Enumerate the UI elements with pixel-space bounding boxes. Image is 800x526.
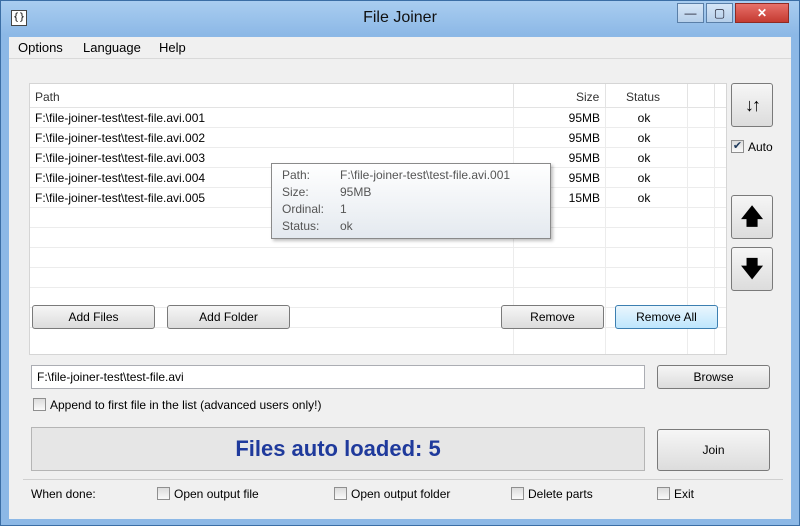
column-header-size[interactable]: Size (576, 90, 599, 104)
append-checkbox[interactable] (33, 398, 46, 411)
list-row[interactable]: F:\file-joiner-test\test-file.avi.002 95… (30, 128, 726, 148)
row-status: ok (637, 151, 651, 165)
open-output-file-label: Open output file (174, 487, 259, 501)
row-status: ok (637, 111, 651, 125)
sort-button[interactable]: ↓↑ (731, 83, 773, 127)
menu-help[interactable]: Help (159, 40, 186, 55)
list-row-empty (30, 268, 726, 288)
tooltip-size: 95MB (340, 185, 372, 199)
column-divider (687, 84, 688, 108)
remove-all-button[interactable]: Remove All (615, 305, 718, 329)
row-status: ok (637, 191, 651, 205)
open-output-folder-label: Open output folder (351, 487, 451, 501)
tooltip-path: F:\file-joiner-test\test-file.avi.001 (340, 168, 511, 182)
tooltip-path-label: Path: (282, 168, 311, 182)
exit-label: Exit (674, 487, 695, 501)
move-up-button[interactable]: 🡅 (731, 195, 773, 239)
tooltip-status-label: Status: (282, 219, 320, 233)
join-button[interactable]: Join (657, 429, 770, 471)
append-checkbox-label: Append to first file in the list (advanc… (50, 398, 322, 412)
row-path: F:\file-joiner-test\test-file.avi.001 (35, 111, 206, 125)
open-output-folder-checkbox[interactable] (334, 487, 347, 500)
delete-parts-label: Delete parts (528, 487, 593, 501)
footer-separator (23, 479, 783, 480)
remove-button[interactable]: Remove (501, 305, 604, 329)
row-size: 95MB (568, 111, 600, 125)
list-header: Path Size Status (30, 84, 726, 108)
tooltip-status: ok (340, 219, 353, 233)
main-window: {} File Joiner — ▢ ✕ Options Language He… (0, 0, 800, 526)
file-tooltip: Path: F:\file-joiner-test\test-file.avi.… (271, 163, 551, 239)
column-divider (714, 84, 715, 108)
menu-bar: Options Language Help (9, 37, 791, 59)
row-path: F:\file-joiner-test\test-file.avi.002 (35, 131, 206, 145)
row-size: 95MB (568, 131, 600, 145)
tooltip-size-label: Size: (282, 185, 309, 199)
list-row[interactable]: F:\file-joiner-test\test-file.avi.001 95… (30, 108, 726, 128)
column-header-path[interactable]: Path (35, 90, 60, 104)
auto-checkbox-label: Auto (748, 140, 773, 154)
add-folder-button[interactable]: Add Folder (167, 305, 290, 329)
column-header-status[interactable]: Status (626, 90, 660, 104)
row-path: F:\file-joiner-test\test-file.avi.005 (35, 191, 206, 205)
tooltip-ordinal: 1 (340, 202, 347, 216)
when-done-label: When done: (31, 487, 96, 501)
open-output-file-checkbox[interactable] (157, 487, 170, 500)
row-path: F:\file-joiner-test\test-file.avi.004 (35, 171, 206, 185)
row-status: ok (637, 131, 651, 145)
arrow-up-icon: 🡅 (740, 205, 764, 230)
row-path: F:\file-joiner-test\test-file.avi.003 (35, 151, 206, 165)
output-path-input[interactable]: F:\file-joiner-test\test-file.avi (31, 365, 645, 389)
browse-button[interactable]: Browse (657, 365, 770, 389)
column-divider (513, 84, 514, 108)
arrow-down-icon: 🡇 (740, 257, 764, 282)
close-button[interactable]: ✕ (735, 3, 789, 23)
menu-language[interactable]: Language (83, 40, 141, 55)
sort-icon: ↓↑ (745, 95, 761, 115)
column-divider (605, 84, 606, 108)
auto-checkbox[interactable]: ✔ (731, 140, 744, 153)
title-bar[interactable]: {} File Joiner — ▢ ✕ (1, 1, 799, 35)
add-files-button[interactable]: Add Files (32, 305, 155, 329)
minimize-button[interactable]: — (677, 3, 704, 23)
status-message: Files auto loaded: 5 (31, 427, 645, 471)
row-status: ok (637, 171, 651, 185)
exit-checkbox[interactable] (657, 487, 670, 500)
menu-options[interactable]: Options (18, 40, 63, 55)
list-row-empty (30, 248, 726, 268)
maximize-button[interactable]: ▢ (706, 3, 733, 23)
delete-parts-checkbox[interactable] (511, 487, 524, 500)
client-area: Path Size Status F:\file-joiner-test\tes… (9, 59, 791, 519)
tooltip-ordinal-label: Ordinal: (282, 202, 325, 216)
move-down-button[interactable]: 🡇 (731, 247, 773, 291)
